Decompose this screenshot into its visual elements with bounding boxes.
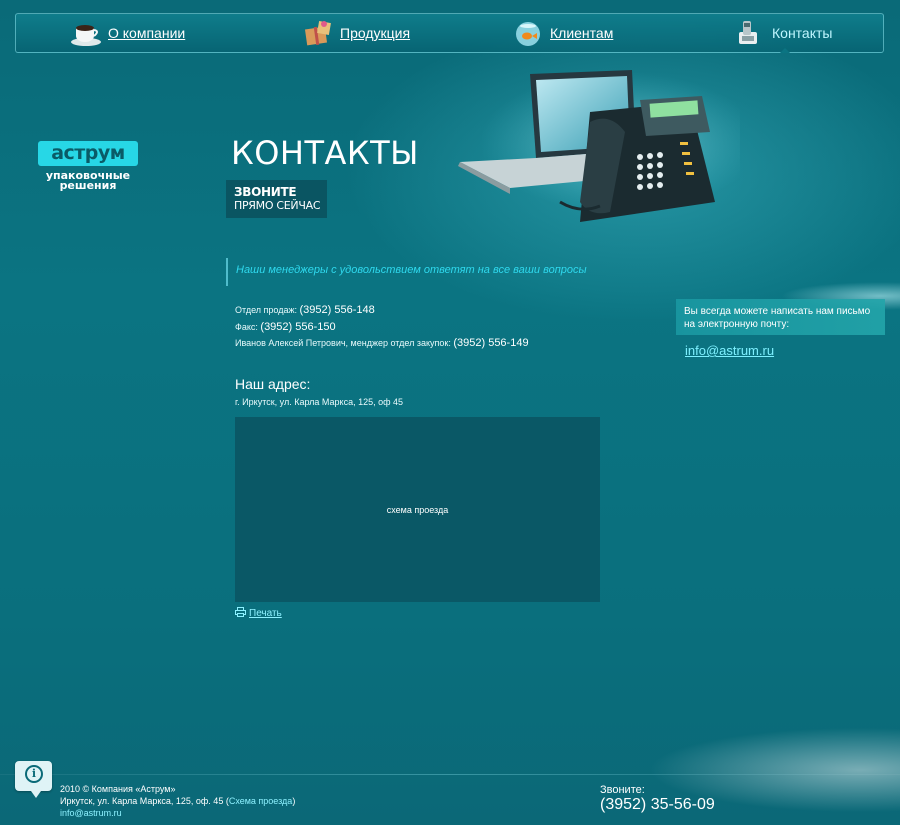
contact-number: (3952) 556-150 — [260, 321, 336, 333]
nav-label-products: Продукция — [340, 25, 411, 41]
nav-item-about[interactable]: О компании — [70, 14, 185, 52]
logo-wordmark: аструм — [38, 141, 138, 166]
contact-label: Факс: — [235, 322, 258, 332]
info-bubble-button[interactable]: i — [15, 761, 52, 798]
contact-label: Иванов Алексей Петрович, менджер отдел з… — [235, 338, 451, 348]
contact-number: (3952) 556-148 — [299, 304, 375, 316]
nav-label-about: О компании — [108, 25, 186, 41]
printer-icon — [235, 607, 246, 620]
footer-email-wrap: info@astrum.ru — [60, 808, 122, 818]
print-link[interactable]: Печать — [235, 607, 282, 620]
route-map[interactable]: схема проезда — [235, 417, 600, 602]
contact-fax: Факс: (3952) 556-150 — [235, 321, 336, 333]
logo-tagline-line2: решения — [59, 179, 117, 192]
nav-item-products[interactable]: Продукция — [302, 14, 410, 52]
sidebar-email-link[interactable]: info@astrum.ru — [685, 343, 774, 358]
nav-label-contacts: Контакты — [772, 25, 833, 41]
gift-box-icon — [302, 18, 334, 48]
top-nav: О компании Продукция Клиентам Контакты — [15, 13, 884, 53]
contact-label: Отдел продаж: — [235, 305, 297, 315]
site-logo[interactable]: аструм упаковочные решения — [38, 141, 138, 191]
write-to-us-box: Вы всегда можете написать нам письмо на … — [676, 299, 885, 335]
nav-label-clients: Клиентам — [550, 25, 614, 41]
nav-item-clients[interactable]: Клиентам — [512, 14, 613, 52]
page-title: КОНТАКТЫ — [231, 134, 419, 172]
goldfish-bowl-icon — [512, 18, 544, 48]
phone-icon — [734, 18, 766, 48]
footer-divider — [0, 774, 900, 775]
footer-email-link[interactable]: info@astrum.ru — [60, 808, 122, 818]
hero-phone-laptop-illustration — [440, 62, 760, 237]
logo-tagline: упаковочные решения — [38, 170, 138, 192]
call-now-line2: ПРЯМО СЕЙЧАС — [234, 199, 321, 212]
map-placeholder-text: схема проезда — [386, 504, 449, 515]
nav-item-contacts[interactable]: Контакты — [734, 14, 833, 53]
footer-address: Иркутск, ул. Карла Маркса, 125, оф. 45 — [60, 796, 224, 806]
coffee-cup-icon — [70, 18, 102, 48]
print-label: Печать — [249, 608, 282, 619]
address-heading: Наш адрес: — [235, 376, 311, 392]
footer-call-label: Звоните: — [600, 784, 645, 796]
address-value: г. Иркутск, ул. Карла Маркса, 125, оф 45 — [235, 397, 404, 407]
footer-map-link[interactable]: Схема проезда — [229, 796, 292, 806]
footer-address-line: Иркутск, ул. Карла Маркса, 125, оф. 45 (… — [60, 796, 296, 806]
footer-copyright: 2010 © Компания «Аструм» — [60, 784, 176, 794]
intro-text: Наши менеджеры с удовольствием ответят н… — [226, 258, 646, 286]
footer-phone: (3952) 35-56-09 — [600, 796, 715, 813]
contact-sales: Отдел продаж: (3952) 556-148 — [235, 304, 375, 316]
call-now-badge: ЗВОНИТЕ ПРЯМО СЕЙЧАС — [226, 180, 327, 218]
contact-manager: Иванов Алексей Петрович, менджер отдел з… — [235, 337, 529, 349]
call-now-line1: ЗВОНИТЕ — [234, 185, 297, 199]
contact-number: (3952) 556-149 — [453, 337, 529, 349]
active-indicator — [780, 48, 790, 53]
info-icon: i — [25, 765, 43, 783]
